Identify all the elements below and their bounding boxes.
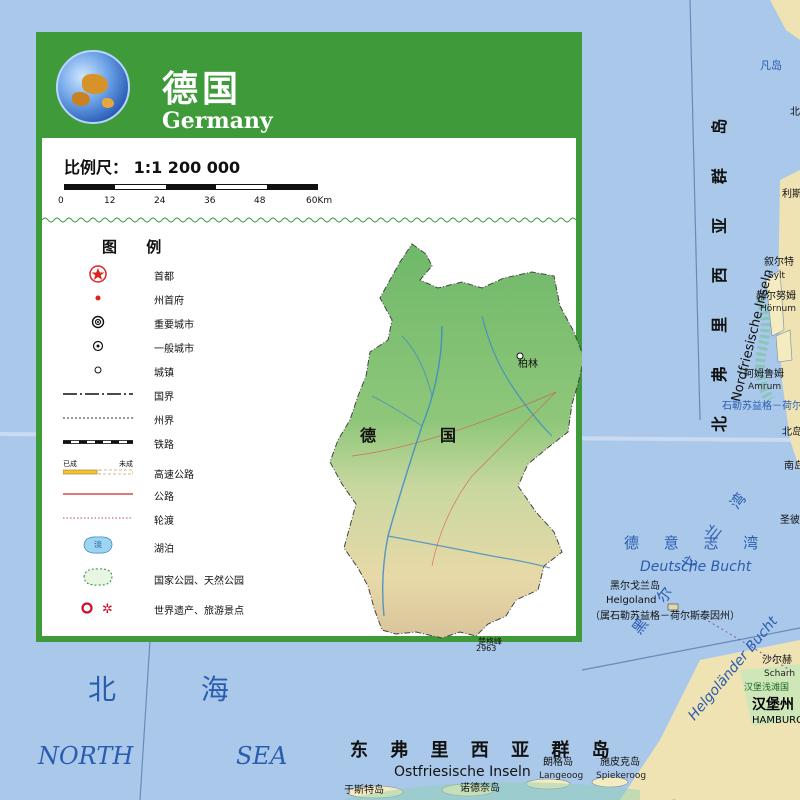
north-sea-label-en-2: SEA (236, 742, 288, 770)
highway-planned-label: 未成 (119, 460, 133, 468)
legend-row-road: 公路 (62, 484, 262, 504)
wave-divider (42, 217, 576, 223)
spiekeroog-label-en: Spiekeroog (596, 771, 647, 781)
inset-title-cn: 德国 (162, 68, 243, 110)
inset-title-bar: 德国 Germany (42, 38, 576, 138)
sylt-label-en: Sylt (768, 271, 786, 281)
scale-tick: 60Km (306, 196, 333, 206)
hornum-label-en: Hörnum (760, 304, 796, 314)
scale-tick: 24 (154, 196, 166, 206)
road-icon (63, 493, 133, 495)
scale-ticks: 0 12 24 36 48 60Km (58, 196, 348, 208)
national-park-icon (83, 568, 113, 586)
legend-row-capital: 首都 (62, 264, 262, 284)
legend-label: 高速公路 (154, 470, 194, 481)
legend-row-lake: 淡 湖泊 (62, 532, 262, 558)
sharhorn-label-en: Scharh (764, 669, 796, 679)
north-sea-label-cn: 北 海 (88, 673, 267, 706)
state-capital-dot-icon (95, 295, 101, 301)
legend-row-heritage: ✲ 世界遗产、旅游景点 (62, 598, 262, 618)
legend-label: 重要城市 (154, 320, 194, 331)
legend-row-major-city: 重要城市 (62, 312, 262, 332)
legend-label: 公路 (154, 492, 174, 503)
hamburg-park-label: 汉堡浅滩国 (744, 683, 790, 693)
globe-icon (56, 50, 130, 124)
legend-row-state-border: 州界 (62, 408, 262, 428)
hornum-label-cn: 赫尔努姆 (756, 291, 796, 302)
ferry-icon (63, 517, 133, 519)
scale-tick: 36 (204, 196, 216, 206)
germany-country-label: 德国 (360, 426, 521, 445)
fanoe-label: 凡岛 (760, 59, 782, 72)
legend-label: 州界 (154, 416, 174, 427)
scale-bar (64, 184, 318, 190)
major-city-icon (91, 315, 105, 329)
state-border-icon (63, 417, 133, 419)
national-border-icon (63, 393, 133, 395)
legend-label: 城镇 (154, 368, 174, 379)
north-frisian-islands-cn: 北 弗 里 西 亚 群 岛 (710, 104, 729, 432)
legend-label: 铁路 (154, 440, 174, 451)
legend-row-national-park: 国家公园、天然公园 (62, 564, 262, 590)
south-island-label: 南岛 (784, 461, 800, 472)
legend-row-national-border: 国界 (62, 384, 262, 404)
norderney-label: 诺德奈岛 (460, 783, 500, 794)
east-frisian-islands-en: Ostfriesische Inseln (394, 764, 531, 780)
east-frisian-islands-cn: 东 弗 里 西 亚 群 岛 (350, 740, 618, 761)
north-sea-label-en-1: NORTH (38, 742, 134, 770)
berlin-label: 柏林 (518, 359, 538, 370)
inset-title-en: Germany (162, 108, 273, 134)
legend-row-ferry: 轮渡 (62, 508, 262, 528)
legend-label: 国界 (154, 392, 174, 403)
helgoland-note: （属石勒苏益格－荷尔斯泰因州） (590, 611, 740, 622)
scale-tick: 0 (58, 196, 64, 206)
legend-label: 世界遗产、旅游景点 (154, 606, 244, 617)
heritage-icon: ✲ (81, 602, 113, 615)
bei-label: 北 (790, 107, 800, 118)
spiekeroog-label-cn: 施皮克岛 (600, 757, 640, 768)
legend-label: 一般城市 (154, 344, 194, 355)
sheng-label: 圣彼 (780, 515, 800, 526)
sylt-label-cn: 叙尔特 (764, 257, 794, 268)
helgoland-label-en: Helgoland (606, 595, 657, 606)
juist-label: 于斯特岛 (344, 785, 384, 796)
amrum-island (775, 329, 793, 363)
amrum-label-cn: 阿姆鲁姆 (744, 369, 784, 380)
legend-row-general-city: 一般城市 (62, 336, 262, 356)
germany-inset-map: 德国 Germany 比例尺： 1:1 200 000 0 12 24 36 4… (36, 32, 582, 653)
langeoog-label-cn: 朗格岛 (543, 757, 573, 768)
scale-tick: 48 (254, 196, 266, 206)
legend-label: 州首府 (154, 296, 184, 307)
hamburg-label-cn: 汉堡州 (752, 697, 794, 713)
highway-built-label: 已成 (63, 460, 77, 468)
legend-label: 国家公园、天然公园 (154, 576, 244, 587)
legend-label: 湖泊 (154, 544, 174, 555)
list-label: 利斯 (782, 189, 800, 200)
amrum-label-en: Amrum (748, 382, 782, 392)
svg-text:✲: ✲ (102, 602, 113, 615)
scale-label: 比例尺： 1:1 200 000 (64, 158, 241, 177)
railway-icon (63, 440, 133, 444)
north-island-label: 北岛 (782, 427, 800, 438)
zugspitze-height: 2963 (476, 644, 497, 653)
general-city-icon (92, 340, 104, 352)
legend-row-highway: 已成 未成 高速公路 (62, 454, 262, 481)
helgoland-label-cn: 黑尔戈兰岛 (610, 581, 660, 592)
highway-icon (63, 469, 133, 475)
langeoog-label-en: Langeoog (539, 771, 584, 781)
legend-row-railway: 铁路 (62, 432, 262, 452)
scale-tick: 12 (104, 196, 116, 206)
hamburg-label-en: HAMBURG (752, 715, 800, 726)
sharhorn-label-cn: 沙尔赫 (762, 655, 792, 666)
lake-sub-label: 淡 (94, 540, 102, 549)
legend-row-state-capital: 州首府 (62, 288, 262, 308)
capital-star-icon (89, 265, 107, 283)
schleswig-label: 石勒苏益格－荷尔 (722, 401, 800, 412)
legend-title: 图 例 (102, 238, 174, 256)
legend-row-town: 城镇 (62, 360, 262, 380)
legend-label: 轮渡 (154, 516, 174, 527)
town-icon (94, 366, 102, 374)
legend-label: 首都 (154, 272, 174, 283)
helgoland-island (667, 603, 679, 611)
